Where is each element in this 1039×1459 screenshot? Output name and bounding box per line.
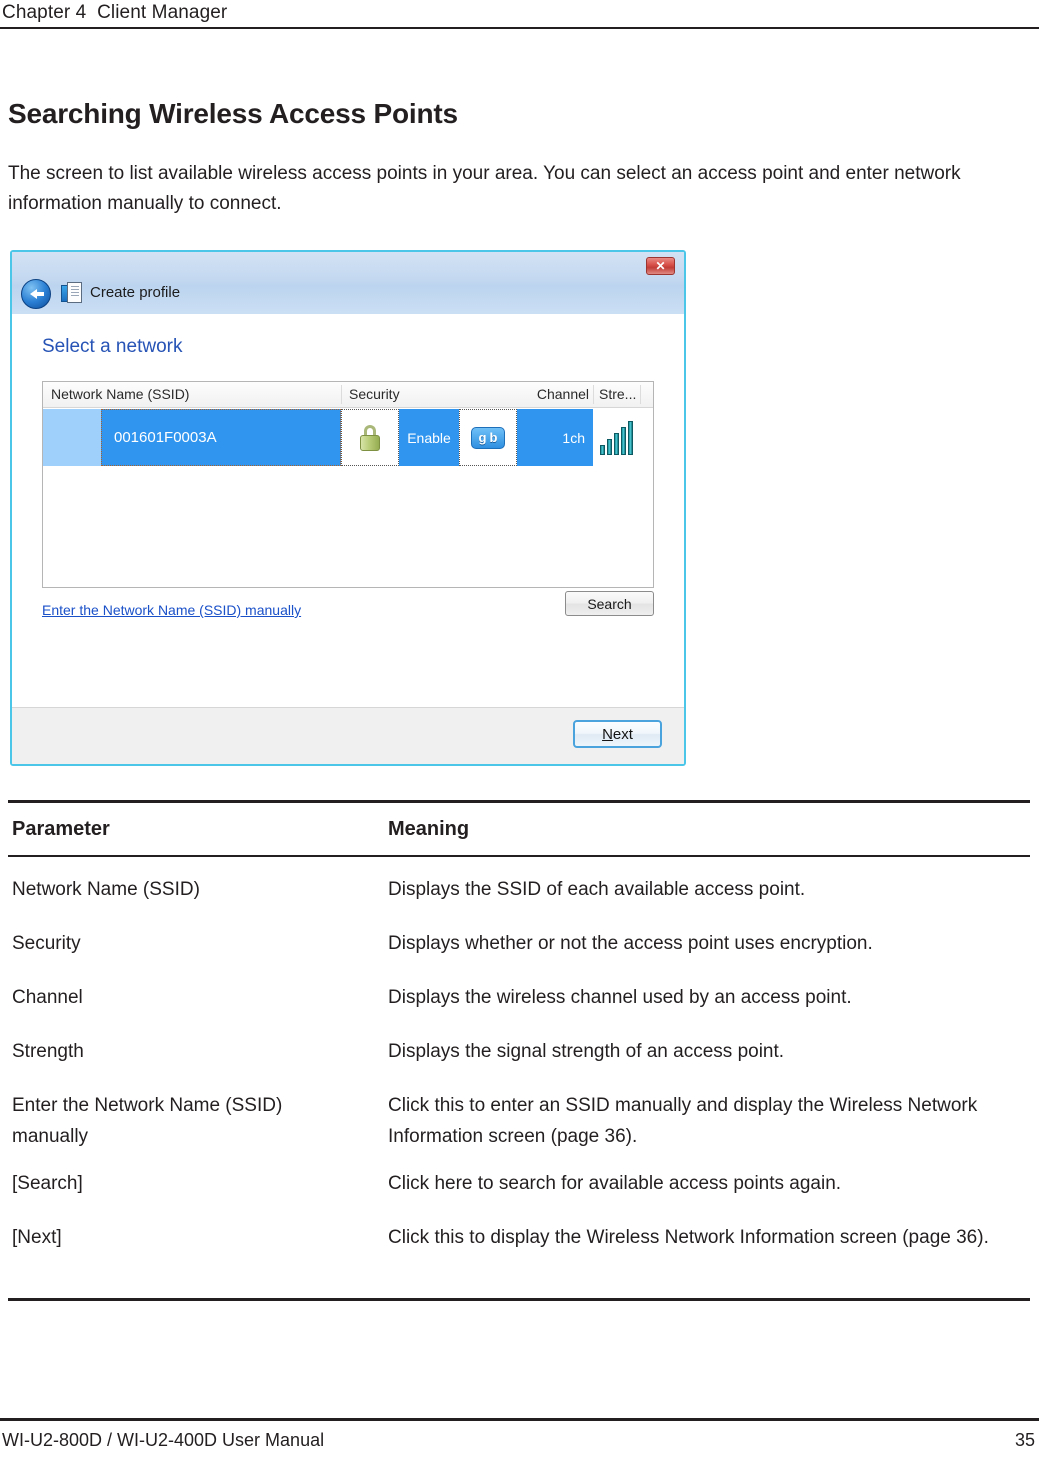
table-row: Enter the Network Name (SSID) manually C… [8, 1090, 1030, 1152]
cell-parameter: Channel [12, 987, 83, 1008]
select-network-heading: Select a network [42, 336, 183, 357]
column-header-security[interactable]: Security [349, 386, 400, 402]
table-header-meaning: Meaning [388, 818, 470, 840]
profile-icon [61, 282, 82, 304]
search-button[interactable]: Search [565, 591, 654, 616]
cell-meaning: Displays the SSID of each available acce… [388, 879, 806, 900]
cell-ssid: 001601F0003A [101, 409, 341, 466]
cell-meaning: Click this to enter an SSID manually and… [388, 1095, 978, 1147]
table-body: Network Name (SSID) Displays the SSID of… [8, 857, 1030, 1298]
next-button[interactable]: Next [573, 720, 662, 748]
network-list-header: Network Name (SSID) Security Channel Str… [43, 382, 653, 408]
table-row: Network Name (SSID) Displays the SSID of… [8, 874, 1030, 912]
network-list[interactable]: Network Name (SSID) Security Channel Str… [42, 381, 654, 588]
dialog-title: Create profile [90, 284, 181, 301]
cell-parameter: [Next] [12, 1227, 62, 1248]
next-button-accel: N [602, 725, 613, 743]
column-divider [640, 385, 641, 404]
padlock-icon [341, 409, 399, 466]
table-header-row: Parameter Meaning [8, 803, 1030, 855]
page-number: 35 [1014, 1430, 1035, 1450]
back-arrow-icon[interactable] [21, 279, 51, 309]
row-selection-gutter [43, 409, 101, 466]
cell-meaning: Displays the wireless channel used by an… [388, 987, 852, 1008]
cell-parameter: [Search] [12, 1173, 83, 1194]
table-header-parameter: Parameter [12, 818, 110, 840]
create-profile-dialog: Create profile ✕ Select a network Networ… [10, 250, 686, 766]
cell-meaning: Displays the signal strength of an acces… [388, 1041, 785, 1062]
column-divider [593, 385, 594, 404]
wireless-mode-badge: g b [459, 409, 517, 466]
chapter-title: Chapter 4 Client Manager [2, 2, 228, 23]
mode-badge-b: b [489, 430, 498, 445]
column-header-strength[interactable]: Stre... [599, 386, 636, 402]
column-header-channel[interactable]: Channel [499, 386, 589, 402]
column-header-ssid[interactable]: Network Name (SSID) [51, 386, 189, 402]
table-bottom-rule [8, 1298, 1030, 1301]
page-header: Chapter 4 Client Manager [0, 0, 1039, 30]
cell-parameter: Enter the Network Name (SSID) manually [12, 1095, 283, 1147]
cell-meaning: Displays whether or not the access point… [388, 933, 873, 954]
signal-bars-icon [593, 409, 640, 466]
table-row: Channel Displays the wireless channel us… [8, 982, 1030, 1020]
dialog-titlebar: Create profile ✕ [12, 252, 684, 314]
dialog-footer: Next [12, 707, 684, 764]
cell-parameter: Network Name (SSID) [12, 879, 200, 900]
dialog-body: Select a network Network Name (SSID) Sec… [12, 314, 684, 709]
mode-badge-g: g [478, 430, 487, 445]
cell-security: Enable [399, 409, 459, 466]
cell-meaning: Click this to display the Wireless Netwo… [388, 1227, 989, 1248]
header-rule [0, 27, 1039, 29]
table-row: [Next] Click this to display the Wireles… [8, 1222, 1030, 1284]
footer-rule [0, 1418, 1039, 1421]
network-list-row[interactable]: 001601F0003A Enable g b 1ch [43, 409, 653, 466]
enter-ssid-manually-link[interactable]: Enter the Network Name (SSID) manually [42, 602, 301, 618]
parameter-table: Parameter Meaning Network Name (SSID) Di… [8, 800, 1030, 1301]
cell-channel: 1ch [517, 409, 593, 466]
table-row: Security Displays whether or not the acc… [8, 928, 1030, 966]
intro-paragraph: The screen to list available wireless ac… [8, 163, 961, 214]
page-title: Searching Wireless Access Points [8, 97, 458, 129]
cell-parameter: Strength [12, 1041, 84, 1062]
table-row: [Search] Click here to search for availa… [8, 1168, 1030, 1206]
column-divider [341, 385, 342, 404]
close-icon[interactable]: ✕ [646, 257, 675, 275]
table-row: Strength Displays the signal strength of… [8, 1036, 1030, 1074]
cell-parameter: Security [12, 933, 81, 954]
cell-meaning: Click here to search for available acces… [388, 1173, 842, 1194]
manual-name: WI-U2-800D / WI-U2-400D User Manual [2, 1430, 325, 1450]
next-button-label: ext [612, 725, 633, 743]
